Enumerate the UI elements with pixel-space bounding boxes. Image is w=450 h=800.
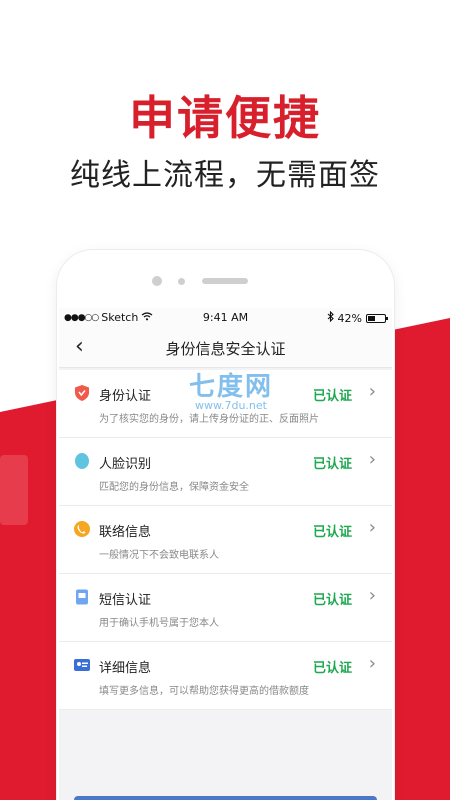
speaker-grille bbox=[202, 278, 248, 284]
phone-icon bbox=[73, 520, 91, 538]
phone-top-bezel bbox=[57, 250, 394, 308]
chevron-right-icon: › bbox=[368, 653, 376, 674]
item-description: 填写更多信息，可以帮助您获得更高的借款额度 bbox=[99, 686, 309, 697]
status-badge: 已认证 bbox=[312, 389, 352, 404]
shield-icon bbox=[73, 384, 91, 402]
camera-dot bbox=[152, 276, 162, 286]
promo-subline: 纯线上流程，无需面签 bbox=[70, 158, 380, 193]
item-name: 人脸识别 bbox=[99, 457, 152, 472]
list-item[interactable]: 人脸识别 匹配您的身份信息，保障资金安全 已认证 › bbox=[59, 438, 392, 506]
bluetooth-icon bbox=[327, 310, 334, 325]
chevron-right-icon: › bbox=[368, 449, 376, 470]
battery-percent: 42% bbox=[337, 311, 362, 325]
item-name: 详细信息 bbox=[99, 661, 152, 676]
phone-screen: ●●●○○ Sketch 9:41 AM 42% ‹ 身份信息安全认证 身份认证… bbox=[59, 308, 392, 800]
chevron-right-icon: › bbox=[368, 381, 376, 402]
status-bar: ●●●○○ Sketch 9:41 AM 42% bbox=[59, 308, 392, 328]
chevron-right-icon: › bbox=[368, 585, 376, 606]
item-name: 联络信息 bbox=[99, 525, 152, 540]
phone-frame: ●●●○○ Sketch 9:41 AM 42% ‹ 身份信息安全认证 身份认证… bbox=[57, 250, 394, 800]
status-badge: 已认证 bbox=[312, 457, 352, 472]
page-title: 身份信息安全认证 bbox=[165, 340, 286, 358]
sensor-dot bbox=[178, 278, 185, 285]
item-description: 一般情况下不会致电联系人 bbox=[99, 550, 219, 561]
battery-icon bbox=[366, 313, 388, 323]
sms-icon bbox=[73, 588, 91, 606]
status-badge: 已认证 bbox=[312, 661, 352, 676]
list-item[interactable]: 短信认证 用于确认手机号属于您本人 已认证 › bbox=[59, 574, 392, 642]
item-description: 匹配您的身份信息，保障资金安全 bbox=[99, 482, 249, 493]
list-item[interactable]: 身份认证 为了核实您的身份，请上传身份证的正、反面照片 已认证 › bbox=[59, 370, 392, 438]
promo-headline: 申请便捷 bbox=[129, 91, 321, 145]
battery-fill bbox=[368, 315, 375, 321]
status-badge: 已认证 bbox=[312, 525, 352, 540]
item-name: 身份认证 bbox=[99, 389, 152, 404]
chevron-right-icon: › bbox=[368, 517, 376, 538]
list-item[interactable]: 详细信息 填写更多信息，可以帮助您获得更高的借款额度 已认证 › bbox=[59, 642, 392, 710]
item-description: 为了核实您的身份，请上传身份证的正、反面照片 bbox=[99, 414, 319, 425]
item-description: 用于确认手机号属于您本人 bbox=[99, 618, 219, 629]
item-name: 短信认证 bbox=[99, 593, 152, 608]
status-badge: 已认证 bbox=[312, 593, 352, 608]
bottom-action-button[interactable] bbox=[74, 796, 377, 800]
nav-bar: ‹ 身份信息安全认证 bbox=[59, 328, 392, 368]
list-item[interactable]: 联络信息 一般情况下不会致电联系人 已认证 › bbox=[59, 506, 392, 574]
card-icon bbox=[73, 656, 91, 674]
face-icon bbox=[73, 452, 91, 470]
verification-list: 身份认证 为了核实您的身份，请上传身份证的正、反面照片 已认证 › 人脸识别 匹… bbox=[59, 370, 392, 710]
